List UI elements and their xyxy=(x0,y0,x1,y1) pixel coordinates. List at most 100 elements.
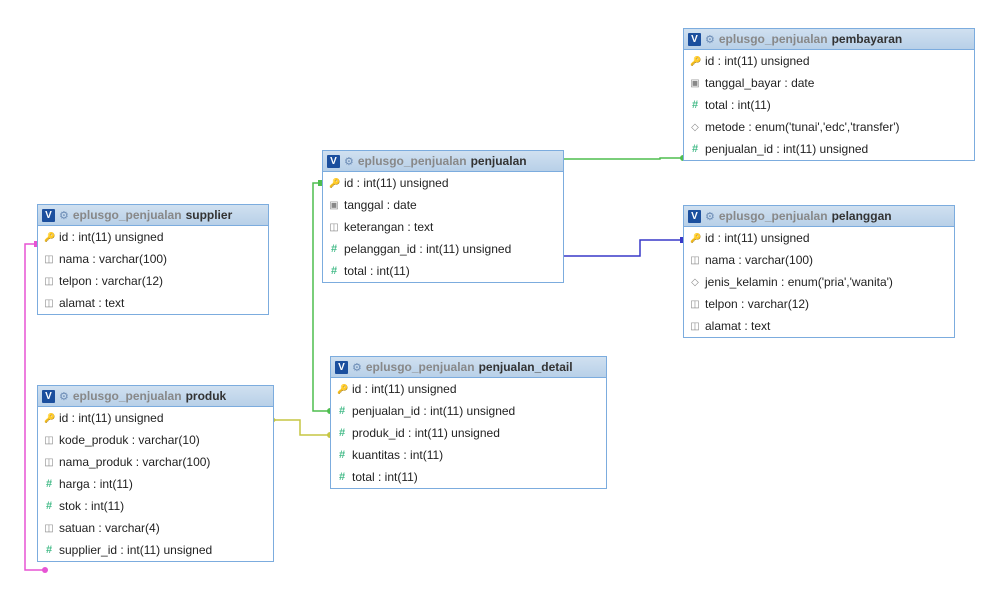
column-row[interactable]: satuan : varchar(4) xyxy=(38,517,273,539)
table-columns: id : int(11) unsigned nama : varchar(100… xyxy=(38,226,268,314)
key-icon xyxy=(337,384,347,395)
schema-label: eplusgo_penjualan xyxy=(719,209,828,223)
table-header-pembayaran[interactable]: V ⚙ eplusgo_penjualan pembayaran xyxy=(684,29,974,50)
column-row[interactable]: total : int(11) xyxy=(323,260,563,282)
view-icon: V xyxy=(688,33,701,46)
column-row[interactable]: kuantitas : int(11) xyxy=(331,444,606,466)
table-header-penjualan[interactable]: V ⚙ eplusgo_penjualan penjualan xyxy=(323,151,563,172)
number-icon xyxy=(44,478,54,490)
schema-label: eplusgo_penjualan xyxy=(719,32,828,46)
table-header-supplier[interactable]: V ⚙ eplusgo_penjualan supplier xyxy=(38,205,268,226)
gear-icon[interactable]: ⚙ xyxy=(705,33,715,46)
date-icon xyxy=(690,78,700,89)
text-icon xyxy=(44,254,54,265)
number-icon xyxy=(44,500,54,512)
table-pelanggan[interactable]: V ⚙ eplusgo_penjualan pelanggan id : int… xyxy=(683,205,955,338)
view-icon: V xyxy=(335,361,348,374)
column-row[interactable]: id : int(11) unsigned xyxy=(684,50,974,72)
number-icon xyxy=(337,471,347,483)
schema-label: eplusgo_penjualan xyxy=(358,154,467,168)
key-icon xyxy=(44,232,54,243)
gear-icon[interactable]: ⚙ xyxy=(59,209,69,222)
table-columns: id : int(11) unsigned nama : varchar(100… xyxy=(684,227,954,337)
view-icon: V xyxy=(42,209,55,222)
text-icon xyxy=(44,523,54,534)
enum-icon xyxy=(690,277,700,288)
column-row[interactable]: total : int(11) xyxy=(331,466,606,488)
column-row[interactable]: alamat : text xyxy=(38,292,268,314)
table-columns: id : int(11) unsigned penjualan_id : int… xyxy=(331,378,606,488)
table-name-label: produk xyxy=(186,389,227,403)
table-pembayaran[interactable]: V ⚙ eplusgo_penjualan pembayaran id : in… xyxy=(683,28,975,161)
column-row[interactable]: produk_id : int(11) unsigned xyxy=(331,422,606,444)
number-icon xyxy=(329,265,339,277)
column-row[interactable]: telpon : varchar(12) xyxy=(38,270,268,292)
table-name-label: penjualan xyxy=(471,154,527,168)
number-icon xyxy=(337,405,347,417)
column-row[interactable]: id : int(11) unsigned xyxy=(38,226,268,248)
table-name-label: pelanggan xyxy=(832,209,892,223)
text-icon xyxy=(690,255,700,266)
enum-icon xyxy=(690,122,700,133)
text-icon xyxy=(44,457,54,468)
column-row[interactable]: metode : enum('tunai','edc','transfer') xyxy=(684,116,974,138)
table-columns: id : int(11) unsigned tanggal : date ket… xyxy=(323,172,563,282)
schema-label: eplusgo_penjualan xyxy=(366,360,475,374)
number-icon xyxy=(337,427,347,439)
column-row[interactable]: keterangan : text xyxy=(323,216,563,238)
column-row[interactable]: nama : varchar(100) xyxy=(38,248,268,270)
column-row[interactable]: alamat : text xyxy=(684,315,954,337)
number-icon xyxy=(337,449,347,461)
view-icon: V xyxy=(42,390,55,403)
schema-label: eplusgo_penjualan xyxy=(73,208,182,222)
number-icon xyxy=(690,99,700,111)
column-row[interactable]: stok : int(11) xyxy=(38,495,273,517)
column-row[interactable]: nama_produk : varchar(100) xyxy=(38,451,273,473)
gear-icon[interactable]: ⚙ xyxy=(352,361,362,374)
table-columns: id : int(11) unsigned tanggal_bayar : da… xyxy=(684,50,974,160)
column-row[interactable]: telpon : varchar(12) xyxy=(684,293,954,315)
column-row[interactable]: supplier_id : int(11) unsigned xyxy=(38,539,273,561)
table-name-label: pembayaran xyxy=(832,32,903,46)
table-supplier[interactable]: V ⚙ eplusgo_penjualan supplier id : int(… xyxy=(37,204,269,315)
column-row[interactable]: id : int(11) unsigned xyxy=(38,407,273,429)
key-icon xyxy=(44,413,54,424)
table-header-penjualan-detail[interactable]: V ⚙ eplusgo_penjualan penjualan_detail xyxy=(331,357,606,378)
schema-label: eplusgo_penjualan xyxy=(73,389,182,403)
text-icon xyxy=(44,276,54,287)
column-row[interactable]: jenis_kelamin : enum('pria','wanita') xyxy=(684,271,954,293)
number-icon xyxy=(690,143,700,155)
column-row[interactable]: nama : varchar(100) xyxy=(684,249,954,271)
text-icon xyxy=(690,321,700,332)
table-penjualan[interactable]: V ⚙ eplusgo_penjualan penjualan id : int… xyxy=(322,150,564,283)
table-columns: id : int(11) unsigned kode_produk : varc… xyxy=(38,407,273,561)
view-icon: V xyxy=(688,210,701,223)
gear-icon[interactable]: ⚙ xyxy=(59,390,69,403)
table-name-label: penjualan_detail xyxy=(479,360,573,374)
table-produk[interactable]: V ⚙ eplusgo_penjualan produk id : int(11… xyxy=(37,385,274,562)
column-row[interactable]: penjualan_id : int(11) unsigned xyxy=(684,138,974,160)
column-row[interactable]: tanggal_bayar : date xyxy=(684,72,974,94)
gear-icon[interactable]: ⚙ xyxy=(705,210,715,223)
table-header-produk[interactable]: V ⚙ eplusgo_penjualan produk xyxy=(38,386,273,407)
column-row[interactable]: total : int(11) xyxy=(684,94,974,116)
table-header-pelanggan[interactable]: V ⚙ eplusgo_penjualan pelanggan xyxy=(684,206,954,227)
column-row[interactable]: harga : int(11) xyxy=(38,473,273,495)
key-icon xyxy=(690,56,700,67)
column-row[interactable]: id : int(11) unsigned xyxy=(331,378,606,400)
column-row[interactable]: tanggal : date xyxy=(323,194,563,216)
column-row[interactable]: penjualan_id : int(11) unsigned xyxy=(331,400,606,422)
number-icon xyxy=(44,544,54,556)
text-icon xyxy=(44,435,54,446)
column-row[interactable]: id : int(11) unsigned xyxy=(323,172,563,194)
text-icon xyxy=(329,222,339,233)
table-penjualan-detail[interactable]: V ⚙ eplusgo_penjualan penjualan_detail i… xyxy=(330,356,607,489)
text-icon xyxy=(44,298,54,309)
column-row[interactable]: id : int(11) unsigned xyxy=(684,227,954,249)
column-row[interactable]: kode_produk : varchar(10) xyxy=(38,429,273,451)
gear-icon[interactable]: ⚙ xyxy=(344,155,354,168)
date-icon xyxy=(329,200,339,211)
column-row[interactable]: pelanggan_id : int(11) unsigned xyxy=(323,238,563,260)
number-icon xyxy=(329,243,339,255)
text-icon xyxy=(690,299,700,310)
